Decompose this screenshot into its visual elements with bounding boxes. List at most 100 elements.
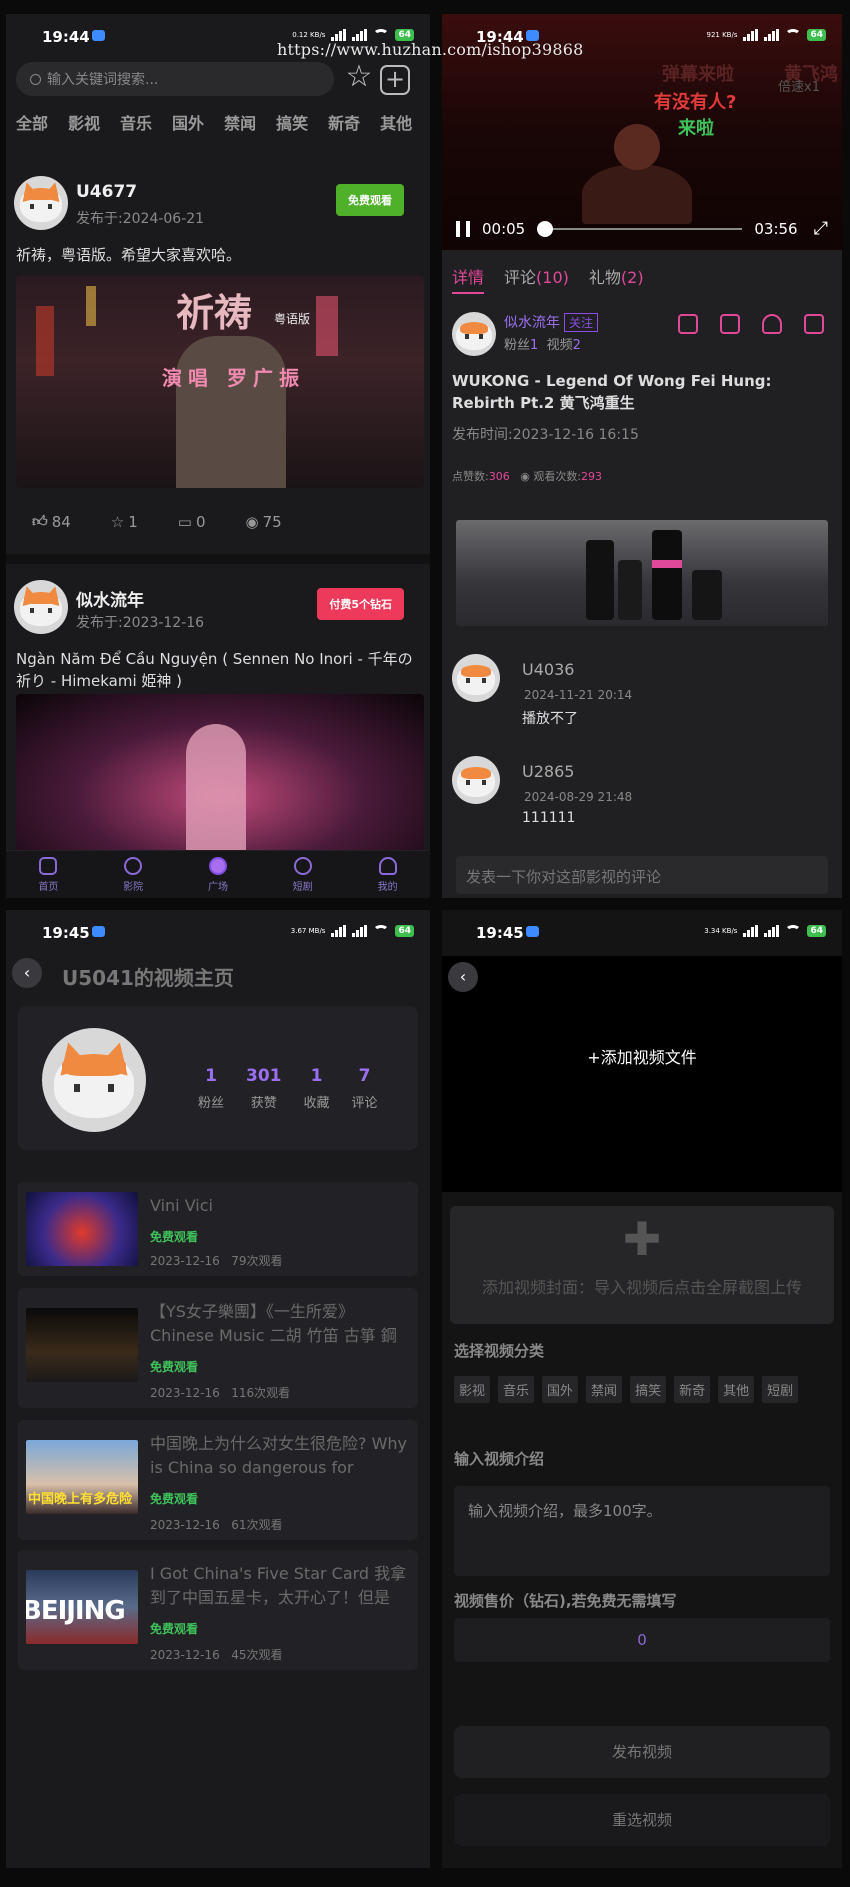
- pause-icon[interactable]: [456, 220, 470, 237]
- comment-icon: ▭: [177, 512, 192, 531]
- like-button[interactable]: 👍︎ 84: [32, 512, 71, 531]
- category-funny[interactable]: 搞笑: [276, 110, 308, 134]
- video-list-item[interactable]: 中国晚上有多危险 中国晚上为什么对女生很危险? Why is China so …: [18, 1420, 418, 1540]
- video-list-item[interactable]: 【YS女子樂團】《一生所爱》Chinese Music 二胡 竹笛 古箏 鋼琴 …: [18, 1288, 418, 1408]
- fans-count: 1: [530, 338, 539, 353]
- tab-shorts[interactable]: 短剧: [273, 851, 333, 898]
- gift-icon[interactable]: [720, 314, 740, 334]
- avatar[interactable]: [14, 176, 68, 230]
- category-tabs: 全部 影视 音乐 国外 禁闻 搞笑 新奇 其他: [16, 110, 412, 134]
- back-button[interactable]: ‹: [12, 958, 42, 988]
- tab-cinema[interactable]: 影院: [103, 851, 163, 898]
- user-icon: [378, 856, 397, 875]
- video-meta: 2023-12-16 61次观看: [150, 1518, 283, 1532]
- post-date: 发布于:2023-12-16: [76, 615, 205, 631]
- video-thumbnail: BEIJING: [26, 1570, 138, 1644]
- publish-button[interactable]: 发布视频: [454, 1726, 830, 1778]
- tab-home[interactable]: 首页: [18, 851, 78, 898]
- add-video-label[interactable]: +添加视频文件: [442, 1044, 842, 1068]
- video-list-item[interactable]: BEIJING I Got China's Five Star Card 我拿到…: [18, 1550, 418, 1670]
- page-title: U5041的视频主页: [62, 966, 234, 990]
- progress-bar[interactable]: [537, 220, 743, 237]
- favorite-star-icon[interactable]: ☆: [342, 62, 376, 96]
- cast-icon[interactable]: [804, 314, 824, 334]
- category-banned[interactable]: 禁闻: [224, 110, 256, 134]
- comment-date: 2024-11-21 20:14: [524, 688, 633, 702]
- search-input[interactable]: 输入关键词搜索...: [16, 62, 334, 96]
- battery-icon: 64: [395, 925, 414, 937]
- post-username[interactable]: U4677: [76, 182, 137, 202]
- comment-input[interactable]: 发表一下你对这部影视的评论: [456, 856, 828, 894]
- author-name[interactable]: 似水流年: [504, 315, 560, 331]
- avatar[interactable]: [452, 654, 500, 702]
- thumbnail-subtitle: 演唱 罗广振: [162, 366, 305, 390]
- avatar[interactable]: [452, 756, 500, 804]
- free-label: 免费观看: [150, 1492, 199, 1506]
- network-speed: 0.12 KB/s: [292, 30, 326, 39]
- tab-square[interactable]: 广场: [188, 851, 248, 898]
- chip-foreign[interactable]: 国外: [542, 1376, 579, 1403]
- watermark-text: https://www.huzhan.com/ishop39868: [277, 40, 584, 59]
- follow-button[interactable]: 关注: [564, 313, 599, 332]
- category-novel[interactable]: 新奇: [328, 110, 360, 134]
- back-button[interactable]: ‹: [448, 962, 478, 992]
- chip-other[interactable]: 其他: [718, 1376, 755, 1403]
- heart-icon[interactable]: [762, 314, 782, 334]
- author-avatar[interactable]: [452, 312, 496, 356]
- post-username[interactable]: 似水流年: [76, 586, 144, 611]
- category-film[interactable]: 影视: [68, 110, 100, 134]
- paid-badge[interactable]: 付费5个钻石: [317, 588, 404, 620]
- chip-novel[interactable]: 新奇: [674, 1376, 711, 1403]
- status-time: 19:45: [476, 924, 524, 942]
- chip-funny[interactable]: 搞笑: [630, 1376, 667, 1403]
- category-all[interactable]: 全部: [16, 110, 48, 134]
- add-post-icon[interactable]: +: [380, 65, 410, 95]
- thumbs-up-icon: 👍︎: [32, 512, 48, 530]
- post-video-thumbnail[interactable]: [16, 694, 424, 864]
- category-music[interactable]: 音乐: [120, 110, 152, 134]
- chip-music[interactable]: 音乐: [498, 1376, 535, 1403]
- bottom-tab-bar: 首页 影院 广场 短剧 我的: [6, 850, 430, 898]
- chip-film[interactable]: 影视: [454, 1376, 491, 1403]
- chip-banned[interactable]: 禁闻: [586, 1376, 623, 1403]
- fullscreen-icon[interactable]: ⤢: [814, 218, 828, 239]
- reselect-button[interactable]: 重选视频: [454, 1794, 830, 1846]
- video-list-item[interactable]: Vini Vici 免费观看 2023-12-16 79次观看: [18, 1182, 418, 1276]
- action-icons: [678, 314, 824, 334]
- video-upload-area[interactable]: ‹ +添加视频文件: [442, 956, 842, 1192]
- free-watch-badge[interactable]: 免费观看: [336, 184, 404, 216]
- ad-banner[interactable]: [456, 520, 828, 626]
- cover-upload[interactable]: ✚ 添加视频封面：导入视频后点击全屏截图上传: [450, 1206, 834, 1324]
- category-other[interactable]: 其他: [380, 110, 412, 134]
- message-icon: [92, 30, 105, 41]
- stat-favorites[interactable]: 1 收藏: [304, 1066, 330, 1111]
- tab-detail[interactable]: 详情: [452, 264, 485, 294]
- search-icon: [30, 73, 41, 85]
- avatar[interactable]: [14, 580, 68, 634]
- download-icon[interactable]: [678, 314, 698, 334]
- comment-button[interactable]: ▭ 0: [178, 512, 206, 531]
- status-time: 19:45: [42, 924, 90, 942]
- stat-likes[interactable]: 301 获赞: [246, 1066, 282, 1111]
- signal-icon: [331, 925, 347, 937]
- feed-post: 似水流年 发布于:2023-12-16 付费5个钻石 Ngàn Năm Để C…: [6, 566, 430, 866]
- video-title: 【YS女子樂團】《一生所爱》Chinese Music 二胡 竹笛 古箏 鋼琴: [150, 1302, 397, 1345]
- profile-avatar[interactable]: [42, 1028, 146, 1132]
- post-video-thumbnail[interactable]: 祈祷 粤语版 演唱 罗广振: [16, 276, 424, 488]
- category-foreign[interactable]: 国外: [172, 110, 204, 134]
- price-input[interactable]: 0: [454, 1618, 830, 1662]
- speed-label[interactable]: 倍速x1: [778, 76, 820, 95]
- network-speed: 3.34 KB/s: [704, 926, 738, 935]
- danmaku-text: 有没有人?: [654, 92, 737, 113]
- tab-profile[interactable]: 我的: [358, 851, 418, 898]
- intro-textarea[interactable]: 输入视频介绍，最多100字。: [454, 1486, 830, 1576]
- tab-gifts[interactable]: 礼物(2): [589, 264, 644, 294]
- tab-comments[interactable]: 评论(10): [504, 264, 569, 294]
- video-meta: 2023-12-16 116次观看: [150, 1386, 291, 1400]
- stat-comments[interactable]: 7 评论: [352, 1066, 378, 1111]
- collect-button[interactable]: ☆ 1: [111, 512, 138, 531]
- videos-count: 2: [572, 338, 581, 353]
- stat-fans[interactable]: 1 粉丝: [198, 1066, 224, 1111]
- chip-shorts[interactable]: 短剧: [762, 1376, 799, 1403]
- progress-knob[interactable]: [537, 220, 554, 237]
